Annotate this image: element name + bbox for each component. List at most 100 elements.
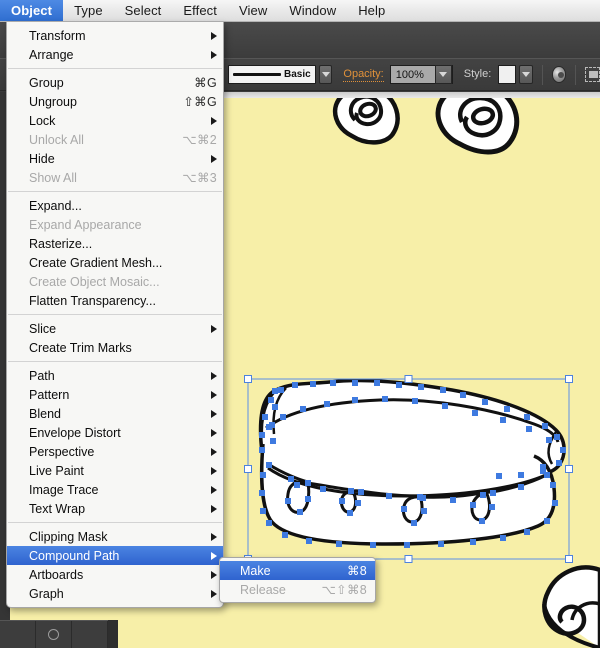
menu-item-flatten-transparency[interactable]: Flatten Transparency... bbox=[7, 291, 223, 310]
menu-item-label: Perspective bbox=[29, 444, 95, 459]
chevron-down-icon bbox=[321, 72, 330, 77]
opacity-label[interactable]: Opacity: bbox=[343, 68, 384, 82]
menu-item-compound-path[interactable]: Compound Path bbox=[7, 546, 223, 565]
menu-item-label: Transform bbox=[29, 28, 86, 43]
submenu-arrow-icon bbox=[211, 50, 217, 59]
menu-item-envelope-distort[interactable]: Envelope Distort bbox=[7, 423, 223, 442]
menu-item-hide[interactable]: Hide bbox=[7, 149, 223, 168]
menu-item-shortcut: ⇧⌘G bbox=[183, 95, 217, 109]
menu-item-label: Rasterize... bbox=[29, 236, 93, 251]
menu-item-rasterize[interactable]: Rasterize... bbox=[7, 234, 223, 253]
menubar-item-effect[interactable]: Effect bbox=[172, 0, 228, 21]
menu-item-label: Live Paint bbox=[29, 463, 84, 478]
submenu-arrow-icon bbox=[211, 409, 217, 418]
menu-item-artboards[interactable]: Artboards bbox=[7, 565, 223, 584]
menu-separator bbox=[8, 314, 222, 315]
menu-item-label: Text Wrap bbox=[29, 501, 86, 516]
toolbar-divider bbox=[541, 64, 543, 85]
illustrator-window: Basic Opacity: 100% Style: Object Type S… bbox=[0, 0, 600, 648]
menu-item-label: Create Gradient Mesh... bbox=[29, 255, 163, 270]
menu-item-label: Release bbox=[240, 582, 286, 597]
menubar-item-view[interactable]: View bbox=[228, 0, 278, 21]
menu-item-path[interactable]: Path bbox=[7, 366, 223, 385]
menu-item-group[interactable]: Group ⌘G bbox=[7, 73, 223, 92]
graphic-style-swatch[interactable] bbox=[498, 65, 517, 84]
menu-item-label: Pattern bbox=[29, 387, 70, 402]
swirl-decoration-right bbox=[435, 92, 520, 155]
menu-item-expand[interactable]: Expand... bbox=[7, 196, 223, 215]
menu-item-create-trim-marks[interactable]: Create Trim Marks bbox=[7, 338, 223, 357]
menu-item-graph[interactable]: Graph bbox=[7, 584, 223, 603]
menu-item-expand-appearance: Expand Appearance bbox=[7, 215, 223, 234]
menu-item-label: Envelope Distort bbox=[29, 425, 121, 440]
tool-cell-left[interactable] bbox=[0, 621, 36, 648]
menubar-item-window[interactable]: Window bbox=[278, 0, 347, 21]
submenu-arrow-icon bbox=[211, 116, 217, 125]
opacity-value: 100% bbox=[395, 68, 424, 81]
menu-item-create-gradient-mesh[interactable]: Create Gradient Mesh... bbox=[7, 253, 223, 272]
menu-item-live-paint[interactable]: Live Paint bbox=[7, 461, 223, 480]
menu-item-label: Artboards bbox=[29, 567, 84, 582]
menu-item-label: Image Trace bbox=[29, 482, 99, 497]
submenu-arrow-icon bbox=[211, 485, 217, 494]
ellipse-tool-icon bbox=[48, 629, 59, 640]
menu-item-blend[interactable]: Blend bbox=[7, 404, 223, 423]
tools-panel-edge bbox=[108, 620, 118, 648]
menu-item-label: Path bbox=[29, 368, 55, 383]
menubar-item-object[interactable]: Object bbox=[0, 0, 64, 21]
menu-item-label: Compound Path bbox=[29, 548, 120, 563]
toolbar-divider bbox=[575, 64, 577, 85]
menu-item-label: Group bbox=[29, 75, 64, 90]
menu-item-text-wrap[interactable]: Text Wrap bbox=[7, 499, 223, 518]
menu-item-pattern[interactable]: Pattern bbox=[7, 385, 223, 404]
menu-item-slice[interactable]: Slice bbox=[7, 319, 223, 338]
object-dropdown-menu[interactable]: Transform Arrange Group ⌘G Ungroup ⇧⌘G Lock Unl… bbox=[6, 22, 224, 608]
opacity-input[interactable]: 100% bbox=[389, 65, 453, 84]
stroke-preview-line bbox=[233, 73, 281, 76]
menu-item-make[interactable]: Make ⌘8 bbox=[220, 561, 375, 580]
menu-item-lock[interactable]: Lock bbox=[7, 111, 223, 130]
compound-path-submenu[interactable]: Make ⌘8 Release ⌥⇧⌘8 bbox=[219, 557, 376, 603]
tool-cell-ellipse[interactable] bbox=[36, 621, 72, 648]
menu-item-image-trace[interactable]: Image Trace bbox=[7, 480, 223, 499]
menu-item-clipping-mask[interactable]: Clipping Mask bbox=[7, 527, 223, 546]
menu-item-create-object-mosaic: Create Object Mosaic... bbox=[7, 272, 223, 291]
menubar-item-help[interactable]: Help bbox=[347, 0, 396, 21]
menu-separator bbox=[8, 361, 222, 362]
menu-item-label: Lock bbox=[29, 113, 56, 128]
menu-item-transform[interactable]: Transform bbox=[7, 26, 223, 45]
tool-cell-right[interactable] bbox=[72, 621, 108, 648]
transform-bbox-icon[interactable] bbox=[585, 67, 600, 82]
submenu-arrow-icon bbox=[211, 447, 217, 456]
menu-item-label: Graph bbox=[29, 586, 64, 601]
menu-separator bbox=[8, 191, 222, 192]
pie-slice-artwork[interactable] bbox=[258, 378, 566, 546]
menu-item-shortcut: ⌥⌘2 bbox=[182, 133, 217, 147]
menu-item-perspective[interactable]: Perspective bbox=[7, 442, 223, 461]
menu-item-label: Unlock All bbox=[29, 132, 84, 147]
tools-panel[interactable] bbox=[0, 620, 108, 648]
wave-decoration-bottom bbox=[542, 565, 600, 648]
stroke-profile-dropdown-button[interactable] bbox=[318, 65, 333, 84]
style-dropdown-button[interactable] bbox=[519, 65, 533, 84]
menu-item-ungroup[interactable]: Ungroup ⇧⌘G bbox=[7, 92, 223, 111]
menu-item-label: Make bbox=[240, 563, 271, 578]
stroke-profile-selector[interactable]: Basic bbox=[228, 65, 316, 84]
menu-item-arrange[interactable]: Arrange bbox=[7, 45, 223, 64]
submenu-arrow-icon bbox=[211, 570, 217, 579]
menubar-item-select[interactable]: Select bbox=[114, 0, 173, 21]
opacity-dropdown-button[interactable] bbox=[434, 65, 452, 84]
swirl-decoration-left bbox=[332, 92, 400, 145]
chevron-down-icon bbox=[439, 72, 448, 77]
menu-item-label: Arrange bbox=[29, 47, 74, 62]
menu-item-label: Flatten Transparency... bbox=[29, 293, 156, 308]
submenu-arrow-icon bbox=[211, 466, 217, 475]
submenu-arrow-icon bbox=[211, 324, 217, 333]
menu-item-label: Create Trim Marks bbox=[29, 340, 132, 355]
transparency-icon[interactable] bbox=[551, 66, 567, 83]
menubar-item-type[interactable]: Type bbox=[63, 0, 114, 21]
menu-item-label: Hide bbox=[29, 151, 55, 166]
submenu-arrow-icon bbox=[211, 154, 217, 163]
submenu-arrow-icon bbox=[211, 504, 217, 513]
submenu-arrow-icon bbox=[211, 551, 217, 560]
